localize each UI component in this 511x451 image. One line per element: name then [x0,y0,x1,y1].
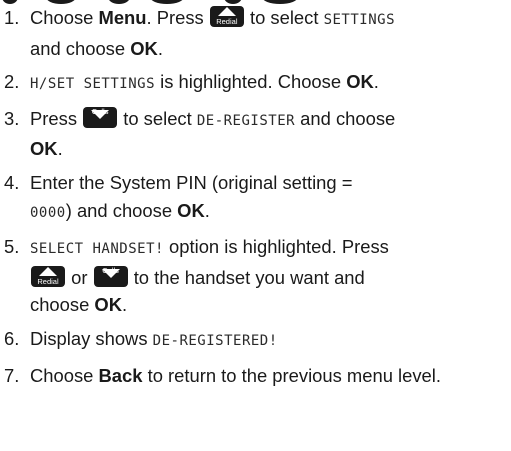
calls-key-icon: Calls [93,265,128,287]
back-softkey-label: Back [98,364,143,386]
calls-key-icon: Calls [83,106,118,128]
redial-key-icon: Redial [209,6,244,27]
step-number: 1. [4,7,20,28]
lcd-text: H/SET SETTINGS [30,76,156,93]
step-number: 2. [4,71,20,93]
ok-softkey-label: OK [94,294,123,316]
menu-softkey-label: Menu [98,7,147,28]
lcd-text: SELECT HANDSET! [30,241,164,258]
step-1: 1. Choose Menu. Press Redial to select S… [4,4,507,62]
lcd-text: DE-REGISTER [196,112,296,129]
ok-softkey-label: OK [346,71,374,93]
step-6: 6. Display shows DE-REGISTERED! [4,325,507,356]
step-number: 6. [4,327,20,349]
ok-softkey-label: OK [177,199,205,221]
step-number: 7. [4,364,20,386]
ok-softkey-label: OK [130,37,158,59]
step-2: 2. H/SET SETTINGS is highlighted. Choose… [4,68,507,99]
step-number: 4. [4,171,20,193]
step-number: 5. [4,236,20,258]
step-3: 3. Press Calls to select DE-REGISTER and… [4,106,396,160]
step-7: 7. Choose Back to return to the previous… [4,362,507,390]
redial-key-icon: Redial [31,265,65,287]
step-4: 4. Enter the System PIN (original settin… [4,169,507,227]
lcd-text: SETTINGS [323,12,396,28]
instruction-steps: 1. Choose Menu. Press Redial to select S… [4,4,507,395]
step-5: 5. SELECT HANDSET! option is highlighted… [4,233,507,319]
lcd-text: DE-REGISTERED! [152,332,278,349]
lcd-text: 0000 [30,204,66,221]
ok-softkey-label: OK [30,138,58,160]
step-number: 3. [4,107,20,129]
